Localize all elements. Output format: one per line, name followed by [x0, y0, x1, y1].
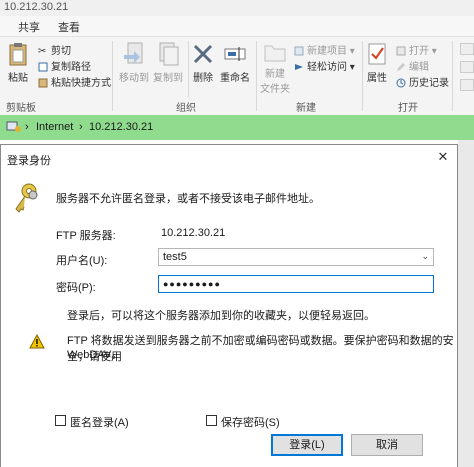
- invert-selection-icon[interactable]: [460, 79, 474, 91]
- window-title-bar: 10.212.30.21: [0, 0, 474, 16]
- edit-button[interactable]: 编辑: [396, 58, 429, 73]
- dialog-title: 登录身份: [7, 155, 51, 167]
- rename-label: 重命名: [220, 73, 250, 84]
- login-button[interactable]: 登录(L): [271, 434, 343, 456]
- paste-label: 粘贴: [8, 73, 28, 84]
- ribbon-separator: [452, 41, 453, 111]
- rename-button[interactable]: 重命名: [218, 41, 252, 84]
- select-none-icon[interactable]: [460, 61, 474, 73]
- copy-path-button[interactable]: 复制路径: [38, 58, 91, 73]
- password-label: 密码(P):: [56, 282, 96, 294]
- properties-label: 属性: [367, 73, 387, 84]
- password-value: ●●●●●●●●●: [163, 279, 221, 289]
- dialog-message: 服务器不允许匿名登录，或者不接受该电子邮件地址。: [56, 193, 320, 205]
- breadcrumb-internet[interactable]: Internet: [36, 121, 73, 133]
- move-to-icon: [124, 42, 143, 64]
- save-password-label[interactable]: 保存密码(S): [221, 414, 280, 430]
- history-button[interactable]: 历史记录: [396, 74, 449, 89]
- move-to-button[interactable]: 移动到: [116, 41, 152, 84]
- ftp-server-value: 10.212.30.21: [161, 227, 226, 239]
- new-item-icon: [294, 46, 304, 56]
- folder-icon: [264, 45, 286, 62]
- chevron-down-icon[interactable]: ⌄: [421, 251, 429, 262]
- anonymous-login-label[interactable]: 匿名登录(A): [70, 414, 129, 430]
- close-icon[interactable]: ✕: [435, 149, 451, 165]
- organize-group-label: 组织: [176, 103, 196, 114]
- properties-button[interactable]: 属性: [364, 41, 390, 84]
- easy-access-button[interactable]: 轻松访问 ▾: [294, 58, 355, 73]
- new-folder-label: 新建 文件夹: [260, 69, 290, 95]
- select-all-icon[interactable]: [460, 43, 474, 55]
- open-group-label: 打开: [398, 103, 418, 114]
- properties-check-icon: [368, 43, 386, 65]
- address-bar[interactable]: › Internet › 10.212.30.21: [0, 115, 474, 140]
- info-text: 登录后，可以将这个服务器添加到你的收藏夹，以便轻易返回。: [67, 310, 375, 322]
- open-button[interactable]: 打开 ▾: [396, 42, 437, 57]
- cancel-button[interactable]: 取消: [351, 434, 423, 456]
- warning-text-line2: WebDAV。: [67, 349, 123, 361]
- rename-icon: [224, 47, 246, 61]
- paste-shortcut-button[interactable]: 粘贴快捷方式: [38, 74, 111, 89]
- copy-path-label: 复制路径: [51, 62, 91, 73]
- anonymous-login-checkbox[interactable]: [55, 415, 66, 426]
- username-label: 用户名(U):: [56, 255, 108, 267]
- copy-to-button[interactable]: 复制到: [150, 41, 186, 84]
- clipboard-group-label: 剪贴板: [6, 103, 36, 114]
- edit-label: 编辑: [409, 62, 429, 73]
- network-location-icon: [6, 121, 21, 132]
- edit-icon: [397, 63, 405, 72]
- copy-to-label: 复制到: [153, 73, 183, 84]
- cut-button[interactable]: ✂ 剪切: [38, 42, 71, 57]
- ribbon-separator: [256, 41, 257, 111]
- username-value: test5: [163, 251, 187, 263]
- ribbon-separator: [362, 41, 363, 111]
- scissors-icon: ✂: [38, 46, 47, 58]
- new-group-label: 新建: [296, 103, 316, 114]
- ribbon: 粘贴 ✂ 剪切 复制路径 粘贴快捷方式 剪贴板 移动到 复制到 删除 重命名 组…: [0, 36, 474, 116]
- new-folder-button[interactable]: 新建 文件夹: [258, 41, 292, 95]
- breadcrumb-host[interactable]: 10.212.30.21: [89, 121, 153, 133]
- login-dialog: 登录身份 ✕ 服务器不允许匿名登录，或者不接受该电子邮件地址。 FTP 服务器:…: [0, 144, 458, 467]
- warning-text-line1: FTP 将数据发送到服务器之前不加密或编码密码或数据。要保护密码和数据的安全，请…: [67, 335, 454, 363]
- history-label: 历史记录: [409, 78, 449, 89]
- keys-icon: [15, 183, 38, 213]
- breadcrumb-separator-icon: ›: [25, 121, 29, 133]
- window-title: 10.212.30.21: [4, 1, 69, 13]
- breadcrumb-separator-icon: ›: [79, 121, 83, 133]
- paste-button[interactable]: 粘贴: [4, 41, 32, 84]
- save-password-checkbox[interactable]: [206, 415, 217, 426]
- open-label: 打开: [409, 46, 429, 57]
- new-item-label: 新建项目: [307, 46, 347, 57]
- open-icon: [396, 46, 406, 56]
- background-pane: [458, 140, 474, 467]
- ribbon-separator: [188, 41, 189, 97]
- copy-to-icon: [159, 42, 179, 66]
- easy-access-icon: [295, 64, 303, 71]
- delete-button[interactable]: 删除: [190, 41, 216, 84]
- history-icon: [396, 78, 406, 88]
- delete-label: 删除: [193, 73, 213, 84]
- tab-share[interactable]: 共享: [18, 19, 40, 35]
- paste-shortcut-label: 粘贴快捷方式: [51, 78, 111, 89]
- easy-access-label: 轻松访问: [307, 62, 347, 73]
- username-combobox[interactable]: test5 ⌄: [158, 248, 434, 266]
- ribbon-separator: [112, 41, 113, 111]
- password-field[interactable]: ●●●●●●●●●: [158, 275, 434, 293]
- clipboard-icon: [9, 43, 27, 66]
- ribbon-tab-bar: 共享 查看: [0, 16, 474, 36]
- tab-view[interactable]: 查看: [58, 19, 80, 35]
- copy-path-icon: [38, 62, 48, 72]
- move-to-label: 移动到: [119, 73, 149, 84]
- warning-icon: [29, 334, 45, 349]
- delete-x-icon: [193, 44, 213, 64]
- new-item-button[interactable]: 新建项目 ▾: [294, 42, 355, 57]
- ftp-server-label: FTP 服务器:: [56, 230, 116, 242]
- cut-label: 剪切: [51, 46, 71, 57]
- paste-shortcut-icon: [38, 78, 48, 88]
